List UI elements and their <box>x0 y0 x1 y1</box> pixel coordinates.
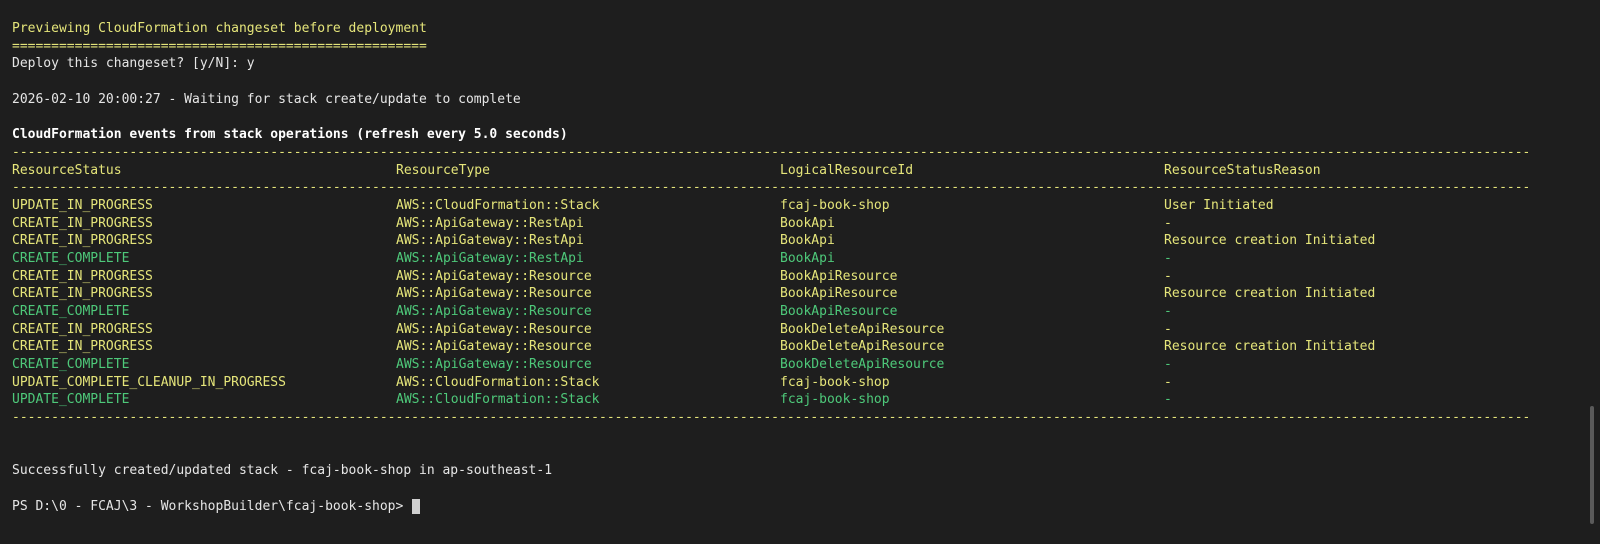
cell-status: CREATE_IN_PROGRESS <box>12 215 153 231</box>
cell-logical-id: BookDeleteApiResource <box>780 357 945 373</box>
cell-type: AWS::CloudFormation::Stack <box>396 374 600 390</box>
cell-reason: User Initiated <box>1164 197 1274 213</box>
cell-reason: - <box>1164 321 1172 337</box>
preview-line: Previewing CloudFormation changeset befo… <box>12 21 427 36</box>
header-resource-status-reason: ResourceStatusReason <box>1164 162 1321 178</box>
cell-logical-id: BookDeleteApiResource <box>780 339 945 355</box>
cell-reason: - <box>1164 250 1172 266</box>
cell-reason: Resource creation Initiated <box>1164 339 1376 355</box>
table-row: CREATE_IN_PROGRESS AWS::ApiGateway::Reso… <box>12 338 1600 356</box>
cell-reason: - <box>1164 215 1172 231</box>
cell-type: AWS::ApiGateway::RestApi <box>396 233 584 249</box>
cell-status: CREATE_IN_PROGRESS <box>12 268 153 284</box>
cell-logical-id: BookApiResource <box>780 268 898 284</box>
command-prompt-line[interactable]: PS D:\0 - FCAJ\3 - WorkshopBuilder\fcaj-… <box>12 498 1600 516</box>
cell-type: AWS::ApiGateway::Resource <box>396 268 592 284</box>
cell-reason: - <box>1164 304 1172 319</box>
table-header-rule: ----------------------------------------… <box>12 180 1528 196</box>
cell-type: AWS::ApiGateway::RestApi <box>396 250 584 266</box>
cell-logical-id: fcaj-book-shop <box>780 392 890 408</box>
cell-status: CREATE_IN_PROGRESS <box>12 286 153 302</box>
cell-reason: - <box>1164 392 1172 408</box>
cell-logical-id: BookApi <box>780 215 835 231</box>
events-title: CloudFormation events from stack operati… <box>12 127 568 143</box>
cell-reason: Resource creation Initiated <box>1164 233 1376 249</box>
cell-status: CREATE_COMPLETE <box>12 250 130 266</box>
cell-type: AWS::ApiGateway::Resource <box>396 357 592 373</box>
table-row: CREATE_IN_PROGRESS AWS::ApiGateway::Rest… <box>12 215 1600 233</box>
cell-status: UPDATE_COMPLETE <box>12 392 130 408</box>
table-row: CREATE_COMPLETE AWS::ApiGateway::Resourc… <box>12 356 1600 374</box>
table-row: UPDATE_COMPLETE_CLEANUP_IN_PROGRESS AWS:… <box>12 374 1600 392</box>
table-top-rule: ----------------------------------------… <box>12 144 1528 160</box>
cell-logical-id: fcaj-book-shop <box>780 374 890 390</box>
cell-type: AWS::ApiGateway::Resource <box>396 286 592 302</box>
cell-status: UPDATE_COMPLETE_CLEANUP_IN_PROGRESS <box>12 374 286 390</box>
table-row: CREATE_COMPLETE AWS::ApiGateway::RestApi… <box>12 250 1600 268</box>
cell-type: AWS::ApiGateway::Resource <box>396 339 592 355</box>
cell-type: AWS::CloudFormation::Stack <box>396 197 600 213</box>
cell-logical-id: BookApi <box>780 233 835 249</box>
table-row: CREATE_IN_PROGRESS AWS::ApiGateway::Reso… <box>12 321 1600 339</box>
cell-reason: Resource creation Initiated <box>1164 286 1376 302</box>
cell-logical-id: fcaj-book-shop <box>780 197 890 213</box>
waiting-line: 2026-02-10 20:00:27 - Waiting for stack … <box>12 91 521 107</box>
table-row: UPDATE_IN_PROGRESS AWS::CloudFormation::… <box>12 197 1600 215</box>
prompt-text: PS D:\0 - FCAJ\3 - WorkshopBuilder\fcaj-… <box>12 498 412 514</box>
cell-status: CREATE_IN_PROGRESS <box>12 233 153 249</box>
table-row: CREATE_IN_PROGRESS AWS::ApiGateway::Reso… <box>12 268 1600 286</box>
table-row: CREATE_IN_PROGRESS AWS::ApiGateway::Reso… <box>12 285 1600 303</box>
header-logical-resource-id: LogicalResourceId <box>780 162 914 178</box>
table-row: UPDATE_COMPLETE AWS::CloudFormation::Sta… <box>12 391 1600 409</box>
cell-status: UPDATE_IN_PROGRESS <box>12 197 153 213</box>
cell-status: CREATE_IN_PROGRESS <box>12 321 153 337</box>
cell-logical-id: BookApiResource <box>780 286 898 302</box>
cell-reason: - <box>1164 268 1172 284</box>
deploy-prompt-line: Deploy this changeset? [y/N]: y <box>12 56 255 72</box>
cell-logical-id: BookApiResource <box>780 304 898 319</box>
cell-reason: - <box>1164 374 1172 390</box>
cell-logical-id: BookApi <box>780 250 835 266</box>
cell-status: CREATE_IN_PROGRESS <box>12 339 153 355</box>
table-row: CREATE_IN_PROGRESS AWS::ApiGateway::Rest… <box>12 232 1600 250</box>
header-resource-status: ResourceStatus <box>12 162 122 178</box>
success-line: Successfully created/updated stack - fca… <box>12 463 553 479</box>
header-resource-type: ResourceType <box>396 162 490 178</box>
cell-type: AWS::CloudFormation::Stack <box>396 392 600 408</box>
table-bottom-rule: ----------------------------------------… <box>12 410 1528 426</box>
cell-type: AWS::ApiGateway::Resource <box>396 321 592 337</box>
text-cursor <box>412 498 421 514</box>
cell-reason: - <box>1164 357 1172 373</box>
cell-status: CREATE_COMPLETE <box>12 304 130 319</box>
cell-status: CREATE_COMPLETE <box>12 357 130 373</box>
cell-logical-id: BookDeleteApiResource <box>780 321 945 337</box>
cell-type: AWS::ApiGateway::RestApi <box>396 215 584 231</box>
equals-rule: ========================================… <box>12 38 427 54</box>
table-header-row: ResourceStatus ResourceType LogicalResou… <box>12 162 1600 180</box>
terminal-window[interactable]: Previewing CloudFormation changeset befo… <box>0 0 1600 544</box>
table-body: UPDATE_IN_PROGRESS AWS::CloudFormation::… <box>12 197 1600 409</box>
table-row: CREATE_COMPLETE AWS::ApiGateway::Resourc… <box>12 303 1600 321</box>
cell-type: AWS::ApiGateway::Resource <box>396 304 592 319</box>
scrollbar-thumb[interactable] <box>1590 406 1594 524</box>
